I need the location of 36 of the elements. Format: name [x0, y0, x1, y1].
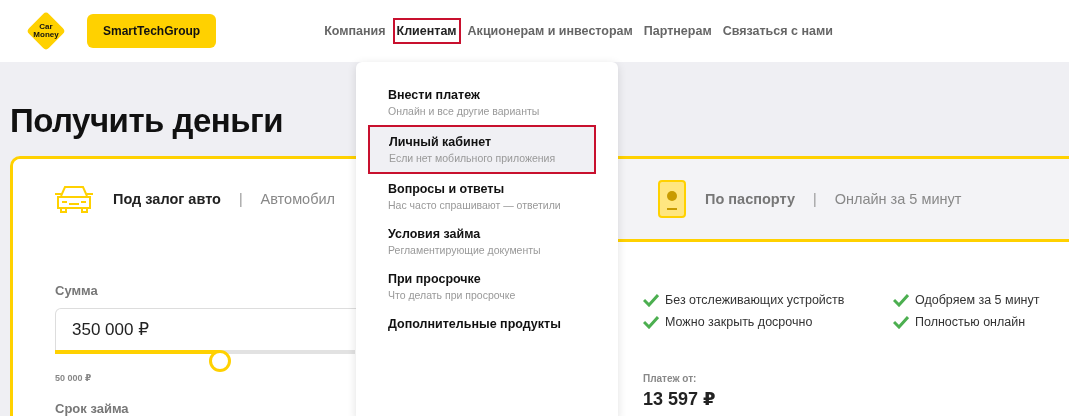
passport-icon — [657, 179, 687, 219]
tab-separator: | — [238, 191, 243, 207]
feature-text: Без отслеживающих устройств — [665, 293, 845, 307]
check-icon — [893, 315, 909, 329]
check-icon — [893, 293, 909, 307]
check-icon — [643, 315, 659, 329]
nav-link[interactable]: Акционерам и инвесторам — [463, 18, 637, 44]
payment-label: Платеж от: — [643, 373, 697, 384]
check-icon — [643, 293, 659, 307]
min-amount: 50 000 ₽ — [55, 373, 92, 383]
amount-slider[interactable] — [55, 350, 355, 372]
menu-item[interactable]: Внести платеж Онлайн и все другие варианты — [356, 80, 618, 125]
feature-text: Можно закрыть досрочно — [665, 315, 813, 329]
term-label: Срок займа — [55, 401, 129, 416]
car-icon — [53, 184, 95, 214]
payment-value: 13 597 ₽ — [643, 388, 716, 410]
nav-link[interactable]: Связаться с нами — [718, 18, 837, 44]
tab-subtitle: Онлайн за 5 минут — [834, 191, 962, 207]
page-title: Получить деньги — [10, 102, 284, 140]
feature-text: Полностью онлайн — [915, 315, 1026, 329]
slider-thumb[interactable] — [209, 350, 231, 372]
tab-subtitle: Автомобил — [260, 191, 336, 207]
feature-text: Одобряем за 5 минут — [915, 293, 1040, 307]
nav-link[interactable]: Клиентам — [392, 18, 461, 44]
menu-item[interactable]: При просрочке Что делать при просрочке — [356, 264, 618, 309]
nav-link[interactable]: Партнерам — [639, 18, 716, 44]
nav-link[interactable]: Компания — [320, 18, 390, 44]
menu-item[interactable]: Личный кабинет Если нет мобильного приложения — [368, 125, 596, 174]
group-button[interactable]: SmartTechGroup — [87, 14, 217, 48]
menu-item[interactable]: Вопросы и ответы Нас часто спрашивают — ответили — [356, 174, 618, 219]
tab-title: По паспорту — [705, 191, 795, 207]
tab-title: Под залог авто — [113, 191, 221, 207]
tab-separator: | — [813, 191, 817, 207]
amount-label: Сумма — [55, 283, 98, 298]
logo-text: Car Money — [33, 23, 59, 39]
loan-tab[interactable]: По паспорту | Онлайн за 5 минут — [617, 159, 1069, 242]
